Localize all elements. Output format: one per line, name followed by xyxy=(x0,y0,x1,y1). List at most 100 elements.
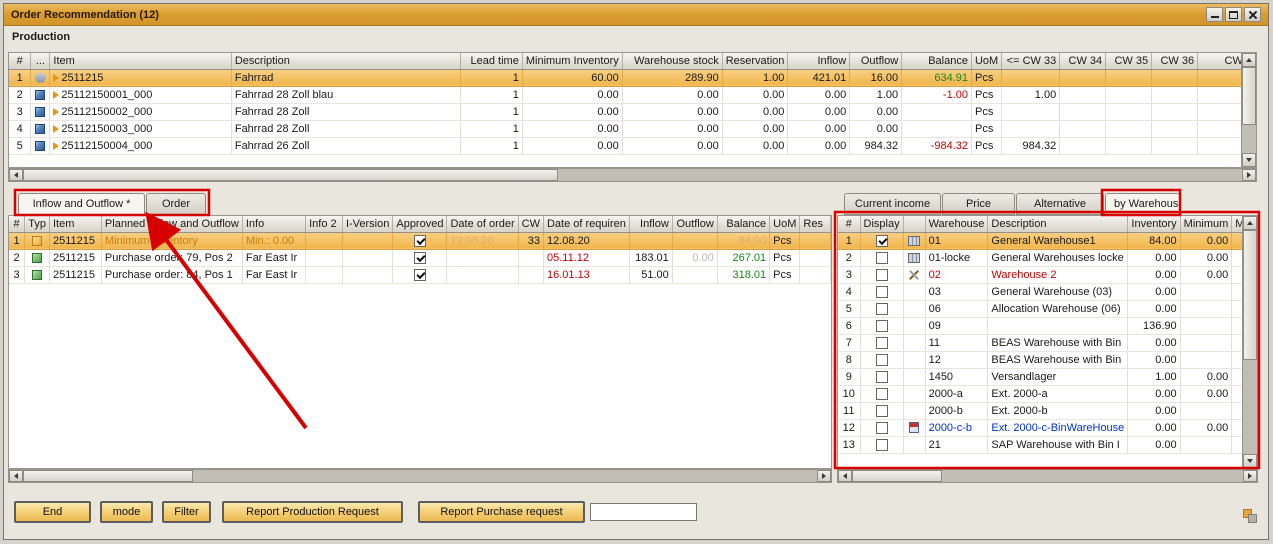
checkbox[interactable] xyxy=(876,286,888,298)
col-header-approved-checkbox[interactable]: Approved xyxy=(393,216,447,232)
tab-by-warehouse[interactable]: by Warehouse xyxy=(1105,193,1180,215)
col-header-description[interactable]: Description xyxy=(231,53,460,69)
scroll-left-button[interactable] xyxy=(9,169,23,181)
col-header-info-2[interactable]: Info 2 xyxy=(306,216,343,232)
end-button[interactable]: End xyxy=(14,501,91,523)
table-row[interactable]: 12511215Fahrrad160.00289.901.00421.0116.… xyxy=(9,69,1256,86)
col-header-inventory[interactable]: Inventory xyxy=(1128,216,1180,232)
checkbox[interactable] xyxy=(876,252,888,264)
col-header-cw-33[interactable]: <= CW 33 xyxy=(1002,53,1060,69)
checkbox[interactable] xyxy=(876,405,888,417)
scrollbar-thumb[interactable] xyxy=(23,470,193,482)
table-row[interactable]: 325112150002_000Fahrrad 28 Zoll10.000.00… xyxy=(9,103,1256,120)
table-row[interactable]: 101General Warehouse184.000.00 xyxy=(838,232,1256,249)
tab-alternative[interactable]: Alternative xyxy=(1016,193,1104,215)
checkbox[interactable] xyxy=(876,371,888,383)
checkbox[interactable] xyxy=(414,235,426,247)
table-row[interactable]: 609136.90 xyxy=(838,317,1256,334)
checkbox[interactable] xyxy=(876,439,888,451)
col-header-lead-time[interactable]: Lead time xyxy=(460,53,522,69)
top-table-vscrollbar[interactable] xyxy=(1241,53,1256,167)
scroll-up-button[interactable] xyxy=(1242,53,1256,67)
col-header-info[interactable]: Info xyxy=(242,216,305,232)
col-header-minimum[interactable]: Minimum xyxy=(1180,216,1232,232)
tab-current-income[interactable]: Current income xyxy=(844,193,941,215)
scroll-down-button[interactable] xyxy=(1242,153,1256,167)
approved-checkbox[interactable] xyxy=(393,232,447,249)
display-checkbox[interactable] xyxy=(860,317,903,334)
tab-order[interactable]: Order xyxy=(146,193,206,215)
scroll-right-button[interactable] xyxy=(1243,470,1257,482)
free-text-input[interactable] xyxy=(590,503,697,521)
display-checkbox[interactable] xyxy=(860,232,903,249)
display-checkbox[interactable] xyxy=(860,300,903,317)
tab-inflow-and-outflow[interactable]: Inflow and Outflow * xyxy=(18,193,145,215)
link-arrow-icon[interactable] xyxy=(53,74,59,82)
col-header-balance[interactable]: Balance xyxy=(717,216,769,232)
scroll-right-button[interactable] xyxy=(817,470,831,482)
display-checkbox[interactable] xyxy=(860,334,903,351)
tab-price[interactable]: Price xyxy=(942,193,1015,215)
checkbox[interactable] xyxy=(876,303,888,315)
checkbox[interactable] xyxy=(414,269,426,281)
minimize-button[interactable] xyxy=(1206,7,1223,22)
display-checkbox[interactable] xyxy=(860,419,903,436)
title-bar[interactable]: Order Recommendation (12) xyxy=(4,4,1268,26)
scrollbar-thumb[interactable] xyxy=(1242,67,1256,125)
approved-checkbox[interactable] xyxy=(393,249,447,266)
col-header-planned-inflow-outflow[interactable]: Planned Inflow and Outflow xyxy=(101,216,242,232)
link-arrow-icon[interactable] xyxy=(53,125,59,133)
warehouse-table-vscrollbar[interactable] xyxy=(1242,216,1257,468)
report-purchase-request-button[interactable]: Report Purchase request xyxy=(418,501,585,523)
top-table-hscrollbar[interactable] xyxy=(8,168,1257,182)
table-row[interactable]: 1321SAP Warehouse with Bin I0.00 xyxy=(838,436,1256,453)
table-row[interactable]: 32511215Purchase order: 84, Pos 1Far Eas… xyxy=(9,266,831,283)
table-row[interactable]: 302Warehouse 20.000.00 xyxy=(838,266,1256,283)
col-header-cw[interactable]: CW xyxy=(518,216,543,232)
col-header-display-checkbox[interactable]: Display xyxy=(860,216,903,232)
col-header-uom[interactable]: UoM xyxy=(770,216,800,232)
col-header-cw-34[interactable]: CW 34 xyxy=(1060,53,1106,69)
close-button[interactable] xyxy=(1244,7,1261,22)
scrollbar-thumb[interactable] xyxy=(23,169,558,181)
display-checkbox[interactable] xyxy=(860,368,903,385)
link-arrow-icon[interactable] xyxy=(53,91,59,99)
scroll-down-button[interactable] xyxy=(1243,454,1257,468)
col-header-reservation[interactable]: Reservation xyxy=(722,53,788,69)
col-header-row-number[interactable]: # xyxy=(9,216,25,232)
checkbox[interactable] xyxy=(876,354,888,366)
table-row[interactable]: 812BEAS Warehouse with Bin0.00 xyxy=(838,351,1256,368)
scroll-up-button[interactable] xyxy=(1243,216,1257,230)
link-arrow-icon[interactable] xyxy=(53,142,59,150)
col-header-warehouse-description[interactable]: Description xyxy=(988,216,1128,232)
report-production-request-button[interactable]: Report Production Request xyxy=(222,501,403,523)
table-row[interactable]: 225112150001_000Fahrrad 28 Zoll blau10.0… xyxy=(9,86,1256,103)
col-header-cw-36[interactable]: CW 36 xyxy=(1152,53,1198,69)
col-header-outflow[interactable]: Outflow xyxy=(672,216,717,232)
approved-checkbox[interactable] xyxy=(393,266,447,283)
table-row[interactable]: 525112150004_000Fahrrad 26 Zoll10.000.00… xyxy=(9,137,1256,154)
table-row[interactable]: 506Allocation Warehouse (06)0.00 xyxy=(838,300,1256,317)
maximize-button[interactable] xyxy=(1225,7,1242,22)
scroll-left-button[interactable] xyxy=(9,470,23,482)
checkbox[interactable] xyxy=(876,269,888,281)
display-checkbox[interactable] xyxy=(860,385,903,402)
table-row[interactable]: 102000-aExt. 2000-a0.000.00 xyxy=(838,385,1256,402)
table-row[interactable]: 711BEAS Warehouse with Bin0.00 xyxy=(838,334,1256,351)
link-arrow-icon[interactable] xyxy=(53,108,59,116)
display-checkbox[interactable] xyxy=(860,266,903,283)
table-row[interactable]: 201-lockeGeneral Warehouses locke0.000.0… xyxy=(838,249,1256,266)
scrollbar-thumb[interactable] xyxy=(852,470,942,482)
resize-grip-icon[interactable] xyxy=(1243,509,1259,525)
col-header-balance[interactable]: Balance xyxy=(902,53,972,69)
table-row[interactable]: 22511215Purchase order: 79, Pos 2Far Eas… xyxy=(9,249,831,266)
table-row[interactable]: 12511215Minimum InventoryMin.: 0.0012.08… xyxy=(9,232,831,249)
col-header-row-number[interactable]: # xyxy=(9,53,31,69)
display-checkbox[interactable] xyxy=(860,436,903,453)
display-checkbox[interactable] xyxy=(860,249,903,266)
display-checkbox[interactable] xyxy=(860,402,903,419)
mode-button[interactable]: mode xyxy=(100,501,153,523)
col-header-minimum-inventory[interactable]: Minimum Inventory xyxy=(522,53,622,69)
col-header-i-version[interactable]: I-Version xyxy=(342,216,392,232)
checkbox[interactable] xyxy=(414,252,426,264)
